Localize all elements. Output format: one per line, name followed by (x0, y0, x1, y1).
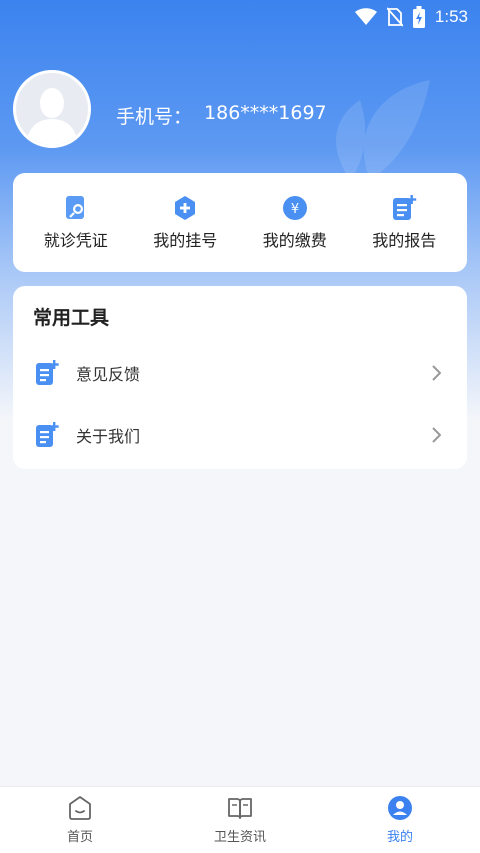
tool-item-about-us[interactable]: 关于我们 (13, 405, 467, 465)
visit-certificate-icon (65, 195, 84, 219)
status-bar: 1:53 (0, 0, 480, 34)
quick-action-label: 就诊凭证 (43, 230, 108, 250)
battery-charging-icon (412, 6, 425, 28)
quick-action-my-registration[interactable]: 我的挂号 (135, 195, 235, 251)
tool-item-label: 关于我们 (76, 427, 141, 446)
common-tools-card: 常用工具 意见反馈 关于我们 (13, 286, 467, 469)
phone-label: 手机号： (116, 105, 193, 128)
phone-info: 手机号： 186****1697 (116, 102, 327, 129)
tab-home[interactable]: 首页 (0, 795, 160, 845)
avatar[interactable] (13, 70, 91, 148)
profile-header: 手机号： 186****1697 (13, 70, 327, 148)
status-time: 1:53 (434, 7, 468, 26)
tab-label: 我的 (386, 830, 413, 845)
leaf-watermark-icon (336, 80, 430, 180)
profile-icon (388, 796, 412, 820)
no-sim-icon (386, 7, 403, 27)
about-doc-icon (36, 422, 59, 447)
book-icon (228, 798, 252, 819)
home-icon (69, 796, 91, 820)
quick-actions-card: 就诊凭证 我的挂号 ¥ 我的缴费 我的报告 (13, 173, 467, 272)
quick-action-my-payment[interactable]: ¥ 我的缴费 (245, 195, 345, 251)
report-doc-icon (393, 194, 417, 220)
registration-plus-icon (175, 195, 196, 220)
tab-label: 首页 (66, 830, 93, 845)
quick-action-label: 我的报告 (372, 230, 437, 250)
svg-text:¥: ¥ (291, 202, 299, 217)
bottom-tab-bar: 首页 卫生资讯 我的 (0, 786, 480, 853)
chevron-right-icon (432, 365, 441, 381)
tab-health-news[interactable]: 卫生资讯 (160, 795, 320, 845)
tab-label: 卫生资讯 (213, 830, 266, 845)
tool-item-label: 意见反馈 (76, 365, 141, 384)
tab-my-profile[interactable]: 我的 (320, 795, 480, 845)
wifi-icon (354, 8, 377, 26)
chevron-right-icon (432, 427, 441, 443)
phone-number: 186****1697 (204, 101, 327, 124)
quick-action-label: 我的缴费 (262, 230, 327, 250)
user-silhouette-icon (26, 88, 78, 145)
quick-action-my-report[interactable]: 我的报告 (354, 194, 454, 251)
common-tools-title: 常用工具 (33, 307, 110, 329)
quick-action-label: 我的挂号 (153, 230, 218, 250)
feedback-doc-icon (36, 360, 59, 385)
quick-action-visit-certificate[interactable]: 就诊凭证 (26, 195, 126, 251)
payment-yen-icon: ¥ (282, 195, 307, 220)
tool-item-feedback[interactable]: 意见反馈 (13, 343, 467, 403)
